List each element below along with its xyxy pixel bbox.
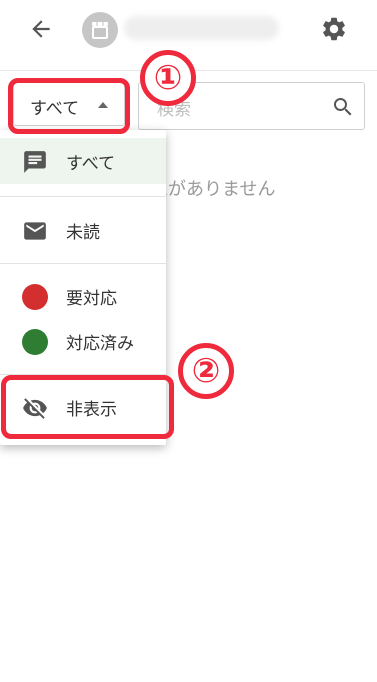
annotation-box-1 bbox=[8, 78, 130, 134]
menu-item-unread[interactable]: 未読 bbox=[0, 207, 166, 253]
annotation-box-2 bbox=[1, 375, 174, 439]
empty-message: ムがありません bbox=[150, 179, 276, 200]
chat-icon bbox=[22, 149, 48, 175]
annotation-number-2: ② bbox=[178, 343, 234, 399]
divider bbox=[0, 263, 166, 264]
settings-button[interactable] bbox=[320, 15, 348, 43]
menu-item-label: 対応済み bbox=[66, 334, 134, 354]
menu-item-all[interactable]: すべて bbox=[0, 138, 166, 184]
green-dot-icon bbox=[22, 329, 48, 355]
shop-avatar bbox=[82, 12, 118, 48]
annotation-number-1: ① bbox=[140, 50, 196, 106]
gear-icon bbox=[323, 17, 345, 41]
back-button[interactable] bbox=[28, 16, 54, 42]
menu-item-needs-action[interactable]: 要対応 bbox=[0, 273, 166, 319]
menu-item-label: 要対応 bbox=[66, 289, 117, 309]
menu-item-label: すべて bbox=[66, 154, 116, 174]
menu-item-label: 未読 bbox=[66, 223, 100, 243]
menu-item-handled[interactable]: 対応済み bbox=[0, 318, 166, 364]
arrow-back-icon bbox=[32, 20, 50, 38]
red-dot-icon bbox=[22, 284, 48, 310]
storefront-icon bbox=[92, 22, 108, 39]
mail-icon bbox=[22, 218, 48, 244]
divider bbox=[0, 196, 166, 197]
shop-name-redacted bbox=[124, 16, 279, 40]
search-icon[interactable] bbox=[331, 95, 355, 119]
